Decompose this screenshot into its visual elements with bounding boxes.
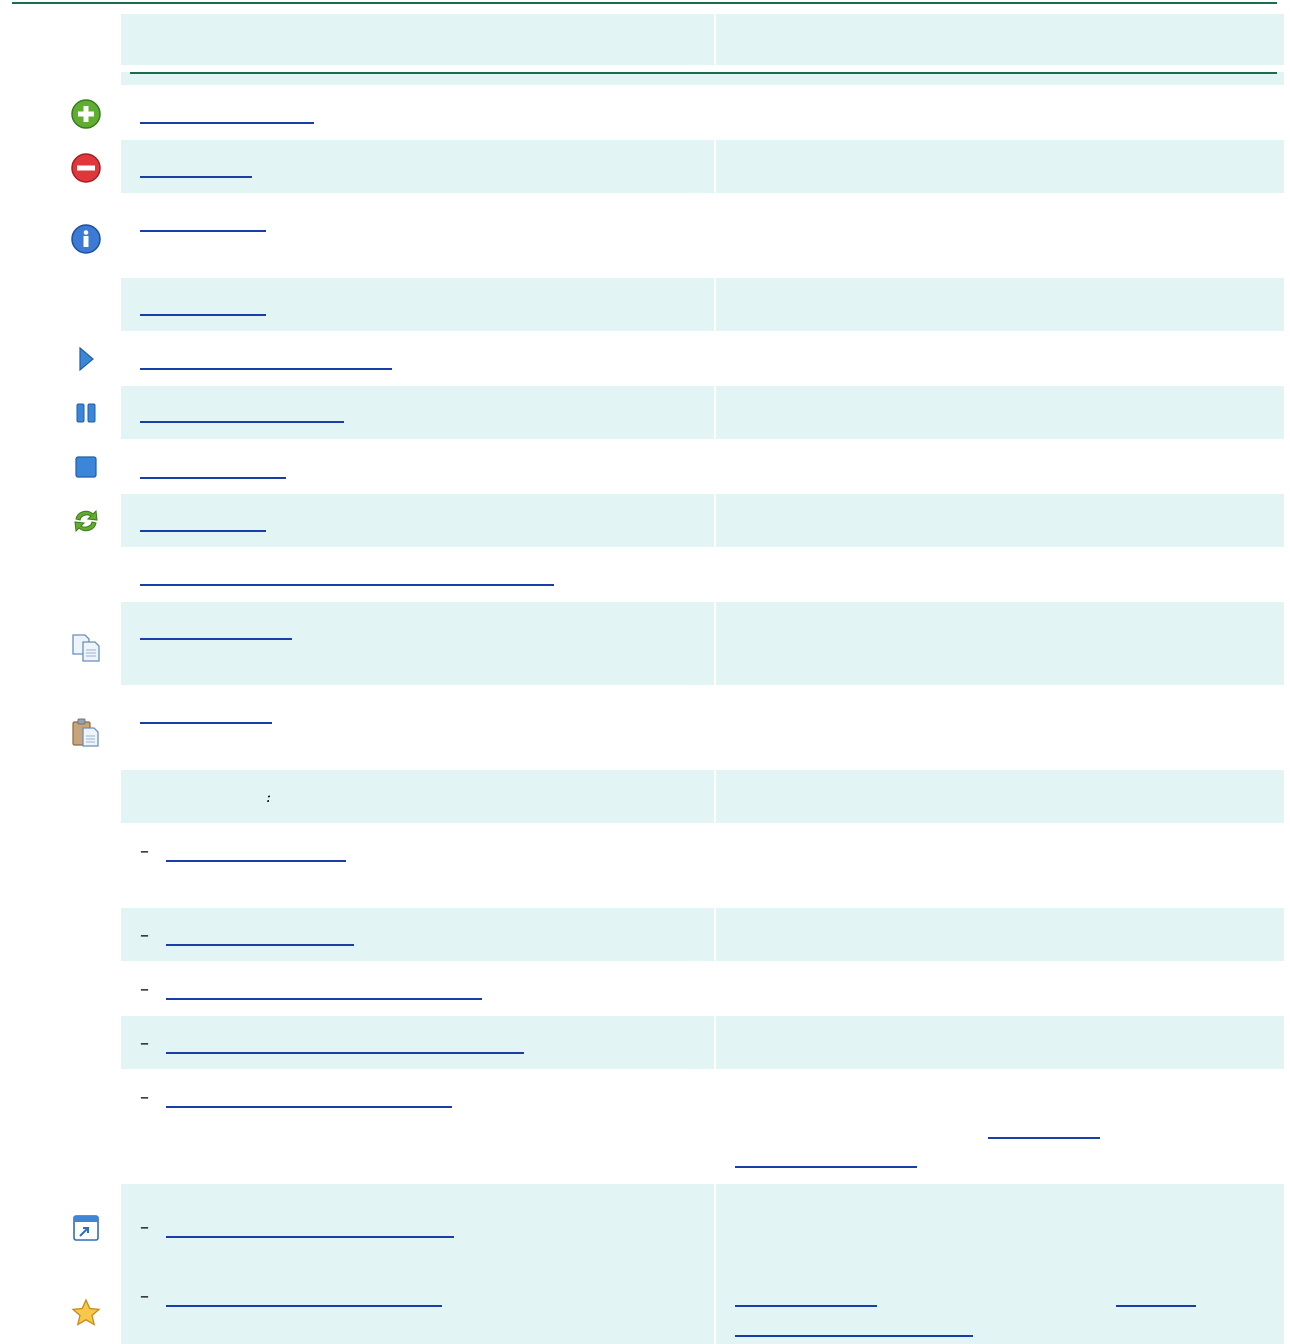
table-row-refresh [121,494,1284,547]
header-divider [714,14,716,72]
table-row-sub5 [121,1069,1284,1184]
table-row-sub6 [121,1184,1284,1267]
header-split [121,65,1284,72]
table-row-play [121,331,1284,386]
sub2-link-underline[interactable] [166,944,354,946]
sub7-desc-link-2-underline[interactable] [1116,1305,1196,1307]
table-row-copy [121,602,1284,685]
copy-icon[interactable] [70,632,102,664]
table-row-sub2 [121,908,1284,961]
pause-icon[interactable] [70,397,102,429]
refresh-icon[interactable] [70,505,102,537]
plain2-link-underline[interactable] [140,584,554,586]
sub7-desc-link-1-underline[interactable] [735,1305,877,1307]
paste-link-underline[interactable] [140,722,272,724]
add-link-underline[interactable] [140,122,314,124]
sub6-dash: – [140,1217,149,1238]
stop-link-underline[interactable] [140,477,286,479]
header-rule [130,72,1277,74]
table-header [121,14,1284,85]
table-row-pause [121,386,1284,439]
table-row-plain1 [121,278,1284,331]
paste-icon[interactable] [70,716,102,748]
star-icon[interactable] [70,1297,102,1329]
remove-link-underline[interactable] [140,176,252,178]
sub7-link-underline[interactable] [166,1305,442,1307]
table-row-add [121,87,1284,140]
table-row-stop [121,439,1284,494]
sub4-dash: – [140,1033,149,1054]
sub7-dash: – [140,1286,149,1307]
sub3-link-underline[interactable] [166,998,482,1000]
sub1-link-underline[interactable] [166,860,346,862]
table-row-plain2 [121,547,1284,602]
info-link-underline[interactable] [140,230,266,232]
top-rule [12,2,1277,4]
table-row-info [121,193,1284,278]
table-row-sub4 [121,1016,1284,1069]
section-label-colon: : [266,788,272,806]
sub5-desc-link-2-underline[interactable] [735,1166,917,1168]
refresh-link-underline[interactable] [140,530,266,532]
table-row-sub3 [121,961,1284,1016]
open-window-icon[interactable] [70,1212,102,1244]
copy-link-underline[interactable] [140,638,292,640]
add-icon[interactable] [70,98,102,130]
play-link-underline[interactable] [140,368,392,370]
sub2-dash: – [140,925,149,946]
sub6-link-underline[interactable] [166,1236,454,1238]
info-icon[interactable] [70,223,102,255]
stop-icon[interactable] [70,451,102,483]
table-row-sub1 [121,823,1284,908]
table-row-paste [121,685,1284,770]
sub5-link-underline[interactable] [166,1106,452,1108]
plain1-link-underline[interactable] [140,314,266,316]
sub7-desc-link-3-underline[interactable] [735,1335,973,1337]
sub5-desc-link-1-underline[interactable] [988,1137,1100,1139]
sub4-link-underline[interactable] [166,1052,524,1054]
sub3-dash: – [140,979,149,1000]
play-icon[interactable] [70,343,102,375]
table-row-section [121,770,1284,823]
sub5-dash: – [140,1087,149,1108]
pause-link-underline[interactable] [140,421,344,423]
sub1-dash: – [140,841,149,862]
table-row-remove [121,140,1284,193]
remove-icon[interactable] [70,152,102,184]
